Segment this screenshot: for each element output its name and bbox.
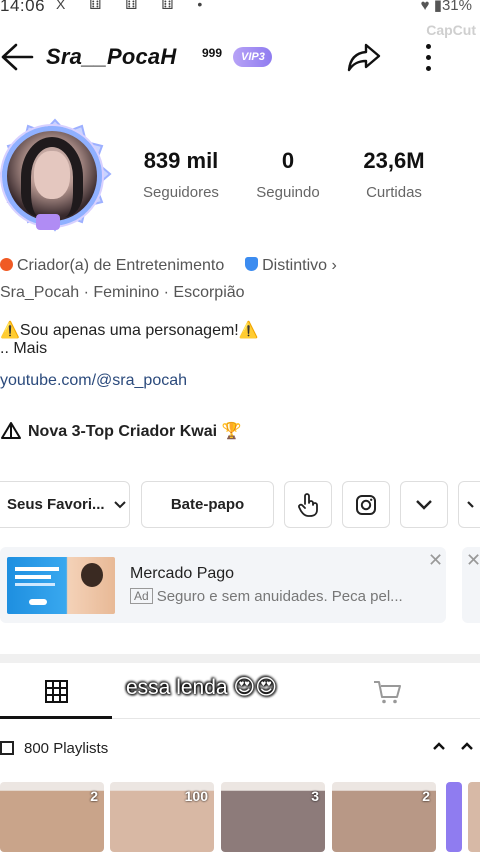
shopping-cart-icon[interactable] — [372, 679, 402, 705]
stat-likes-label: Curtidas — [366, 184, 422, 201]
verified-creator-icon — [0, 258, 13, 271]
close-icon[interactable]: ✕ — [428, 550, 443, 571]
creator-ranking[interactable]: Nova 3-Top Criador Kwai 🏆 — [0, 420, 241, 441]
ad-subtitle: Seguro e sem anuidades. Peca pel... — [156, 588, 403, 605]
profile-category-row: Criador(a) de Entretenimento Distintivo … — [0, 257, 337, 275]
playlist-count: 3 — [311, 788, 319, 804]
profile-category: Criador(a) de Entretenimento — [17, 257, 225, 274]
more-options-icon[interactable] — [416, 40, 440, 74]
playlist-thumbnail[interactable]: 100 — [110, 782, 214, 852]
avatar-level-badge — [36, 214, 60, 230]
ad-card[interactable]: Mercado Pago Ad Seguro e sem anuidades. P… — [0, 547, 446, 623]
status-notification-icons: X ⚅ ⚅ ⚅ • — [56, 0, 213, 12]
playlist-count: 2 — [422, 788, 430, 804]
profile-username: Sra__PocaH — [46, 44, 177, 69]
hand-tap-icon — [298, 492, 318, 517]
content-tabs: essa lenda 😍😍 — [0, 663, 480, 719]
bio-more-link[interactable]: .. Mais — [0, 340, 47, 358]
playlist-thumbnail-partial[interactable] — [446, 782, 462, 852]
stat-following-value: 0 — [281, 148, 295, 173]
playlist-count: 100 — [184, 788, 208, 804]
overflow-button[interactable] — [458, 481, 480, 528]
section-divider — [0, 654, 480, 663]
favorites-button-label: Seus Favori... — [7, 496, 105, 513]
chat-button-label: Bate-papo — [170, 496, 245, 513]
stat-followers-label: Seguidores — [143, 184, 219, 201]
chevron-down-icon — [113, 500, 126, 508]
shield-icon — [245, 257, 259, 271]
chevron-right-icon: › — [331, 257, 337, 274]
ad-card-next[interactable]: ✕ — [462, 547, 480, 623]
playlists-row[interactable]: 800 Playlists — [0, 740, 108, 757]
instagram-button[interactable] — [342, 481, 390, 528]
avatar-photo — [2, 126, 102, 226]
favorites-button[interactable]: Seus Favori... — [0, 481, 130, 528]
chevron-down-icon — [467, 500, 474, 508]
status-bar: 14:06 X ⚅ ⚅ ⚅ • ♥ ▮31% — [0, 0, 480, 18]
playlist-thumbnail-partial[interactable] — [468, 782, 480, 852]
distinction-link[interactable]: Distintivo › — [245, 257, 337, 274]
chevron-down-icon — [416, 499, 432, 510]
stat-followers-value: 839 mil — [143, 148, 219, 173]
share-icon[interactable] — [346, 41, 382, 73]
username-superscript: 999 — [202, 46, 223, 60]
playlist-thumbnail[interactable]: 2 — [0, 782, 104, 852]
playlist-icon — [0, 741, 14, 755]
chat-button[interactable]: Bate-papo — [141, 481, 274, 528]
back-arrow-icon[interactable] — [0, 42, 34, 72]
stat-following-label: Seguindo — [256, 184, 320, 201]
profile-bio: ⚠️Sou apenas uma personagem!⚠️ — [0, 322, 259, 339]
vip-badge[interactable]: VIP3 — [233, 47, 272, 67]
profile-external-link[interactable]: youtube.com/@sra_pocah — [0, 372, 187, 390]
close-icon[interactable]: ✕ — [466, 550, 480, 571]
grid-icon[interactable] — [44, 679, 69, 704]
stat-likes[interactable]: 23,6M Curtidas — [352, 148, 436, 201]
status-battery: ♥ ▮31% — [420, 0, 472, 14]
tab-active-indicator — [0, 716, 112, 719]
stat-following[interactable]: 0 Seguindo — [248, 148, 328, 201]
status-time: 14:06 — [0, 0, 46, 15]
ranking-icon — [1, 422, 21, 439]
tap-button[interactable] — [284, 481, 332, 528]
playlist-thumbnail[interactable]: 3 — [221, 782, 325, 852]
expand-button[interactable] — [400, 481, 448, 528]
playlist-count: 2 — [90, 788, 98, 804]
playlist-thumbnail[interactable]: 2 — [332, 782, 436, 852]
ad-subtitle-row: Ad Seguro e sem anuidades. Peca pel... — [130, 588, 403, 605]
ad-tag: Ad — [130, 588, 153, 604]
collapse-icon[interactable] — [432, 738, 446, 756]
creator-ranking-label: Nova 3-Top Criador Kwai 🏆 — [28, 423, 242, 440]
playlists-label: 800 Playlists — [24, 740, 109, 757]
video-caption-overlay: essa lenda 😍😍 — [126, 676, 278, 699]
ad-title: Mercado Pago — [130, 565, 235, 582]
profile-header: Sra__PocaH 999 VIP3 — [0, 36, 480, 80]
instagram-icon — [356, 494, 376, 515]
profile-tags: Sra_Pocah · Feminino · Escorpião — [0, 284, 245, 301]
stat-followers[interactable]: 839 mil Seguidores — [134, 148, 228, 201]
avatar[interactable] — [0, 118, 112, 232]
ad-thumbnail — [7, 557, 115, 614]
collapse-icon[interactable] — [460, 738, 474, 756]
stat-likes-value: 23,6M — [363, 148, 425, 173]
